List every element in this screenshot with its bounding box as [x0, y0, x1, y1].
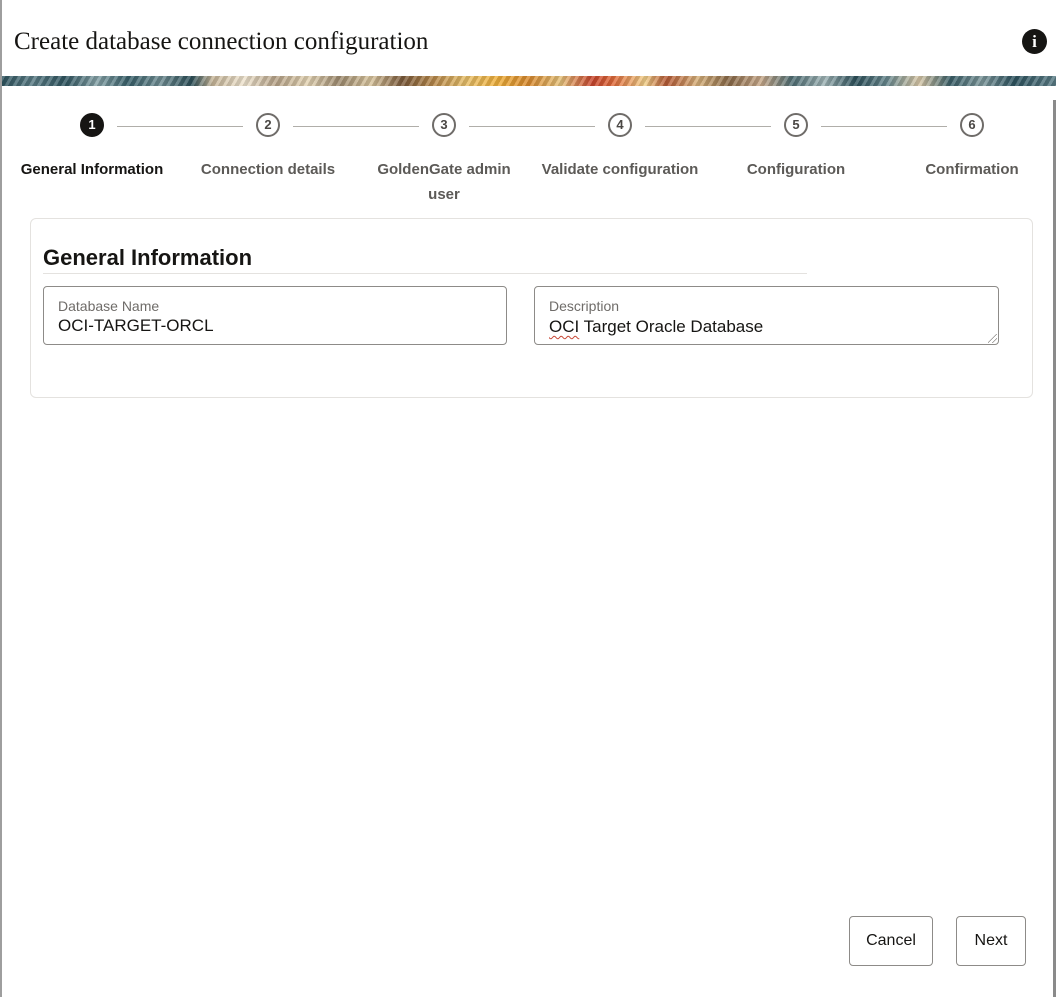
step-goldengate-admin-user[interactable]: 3 GoldenGate admin user: [354, 113, 534, 207]
step-label: Validate configuration: [541, 161, 699, 178]
step-confirmation[interactable]: 6 Confirmation: [882, 113, 1056, 182]
spellcheck-flagged-word: OCI: [549, 317, 580, 336]
description-text: Target Oracle Database: [579, 317, 764, 336]
general-information-card: General Information Database Name OCI-TA…: [30, 218, 1033, 398]
database-name-input[interactable]: OCI-TARGET-ORCL: [58, 316, 214, 336]
step-number: 4: [608, 113, 632, 137]
step-general-information[interactable]: 1 General Information: [2, 113, 182, 182]
step-label: GoldenGate admin user: [377, 161, 511, 203]
resize-handle-icon[interactable]: [988, 334, 997, 343]
section-title: General Information: [43, 245, 253, 270]
dialog-header: Create database connection configuration…: [2, 0, 1056, 76]
description-label: Description: [549, 298, 620, 314]
description-field[interactable]: Description OCI Target Oracle Database: [534, 286, 999, 345]
step-label: Configuration: [746, 161, 846, 178]
create-connection-dialog: Create database connection configuration…: [0, 0, 1056, 997]
step-number: 5: [784, 113, 808, 137]
step-connection-details[interactable]: 2 Connection details: [178, 113, 358, 182]
step-label: Connection details: [200, 161, 336, 178]
dialog-title: Create database connection configuration: [14, 28, 429, 55]
step-number: 2: [256, 113, 280, 137]
database-name-label: Database Name: [58, 298, 160, 314]
info-icon[interactable]: i: [1022, 29, 1047, 54]
next-button[interactable]: Next: [956, 916, 1026, 966]
step-label: Confirmation: [925, 161, 1019, 178]
step-number: 3: [432, 113, 456, 137]
step-configuration[interactable]: 5 Configuration: [706, 113, 886, 182]
step-number: 6: [960, 113, 984, 137]
step-validate-configuration[interactable]: 4 Validate configuration: [530, 113, 710, 182]
database-name-field[interactable]: Database Name OCI-TARGET-ORCL: [43, 286, 507, 345]
step-number: 1: [80, 113, 104, 137]
cancel-button[interactable]: Cancel: [849, 916, 933, 966]
step-label: General Information: [20, 161, 164, 178]
description-textarea[interactable]: OCI Target Oracle Database: [549, 317, 763, 337]
section-divider: [43, 273, 807, 274]
decorative-banner: [2, 76, 1056, 86]
